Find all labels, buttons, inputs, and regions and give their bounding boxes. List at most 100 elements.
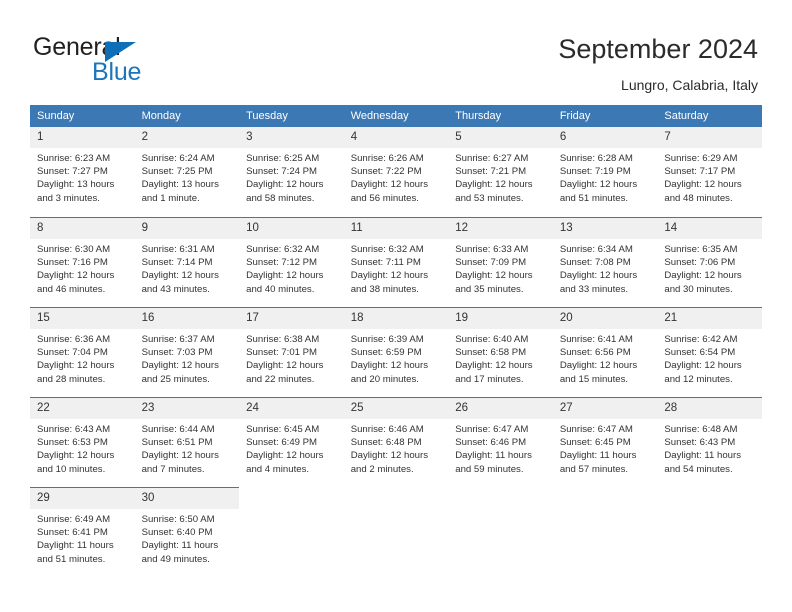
sunrise-time: Sunrise: 6:38 AM <box>246 334 320 345</box>
daylight-duration-line2: and 46 minutes. <box>37 283 106 295</box>
day-details: Sunrise: 6:29 AM Sunset: 7:17 PM Daylight:… <box>657 148 762 205</box>
day-number: 26 <box>448 398 553 419</box>
day-cell[interactable]: 29 Sunrise: 6:49 AM Sunset: 6:41 PM Dayligh… <box>30 487 135 577</box>
day-number: 17 <box>239 308 344 329</box>
sunset-time: Sunset: 7:27 PM <box>37 166 108 178</box>
calendar-day-cell: 17 Sunrise: 6:38 AM Sunset: 7:01 PM Dayligh… <box>239 307 344 397</box>
day-cell[interactable]: 5 Sunrise: 6:27 AM Sunset: 7:21 PM Daylight… <box>448 127 553 217</box>
day-cell[interactable]: 21 Sunrise: 6:42 AM Sunset: 6:54 PM Dayligh… <box>657 307 762 397</box>
day-cell-empty <box>448 487 553 577</box>
page-subtitle-location: Lungro, Calabria, Italy <box>621 77 758 93</box>
calendar-week-row: 15 Sunrise: 6:36 AM Sunset: 7:04 PM Dayligh… <box>30 307 762 397</box>
day-cell[interactable]: 3 Sunrise: 6:25 AM Sunset: 7:24 PM Daylight… <box>239 127 344 217</box>
sunset-time: Sunset: 7:25 PM <box>141 166 213 178</box>
daylight-duration-line1: Daylight: 11 hours <box>664 450 741 462</box>
day-cell[interactable]: 16 Sunrise: 6:37 AM Sunset: 7:03 PM Dayligh… <box>134 307 240 397</box>
daylight-duration-line2: and 25 minutes. <box>141 373 210 385</box>
day-number: 12 <box>448 218 553 239</box>
month-calendar-table: Sunday Monday Tuesday Wednesday Thursday… <box>30 105 762 577</box>
day-details: Sunrise: 6:44 AM Sunset: 6:51 PM Daylight:… <box>135 419 240 476</box>
sunset-time: Sunset: 7:16 PM <box>37 257 108 269</box>
daylight-duration-line1: Daylight: 12 hours <box>664 270 742 282</box>
daylight-duration-line2: and 35 minutes. <box>455 283 524 295</box>
day-details: Sunrise: 6:31 AM Sunset: 7:14 PM Daylight:… <box>135 239 240 296</box>
calendar-day-cell: 9 Sunrise: 6:31 AM Sunset: 7:14 PM Daylight… <box>134 217 240 307</box>
day-cell-empty <box>552 487 658 577</box>
daylight-duration-line2: and 57 minutes. <box>559 463 629 475</box>
daylight-duration-line1: Daylight: 12 hours <box>350 179 429 191</box>
day-number: 14 <box>657 218 762 239</box>
sunset-time: Sunset: 6:49 PM <box>246 437 318 449</box>
day-details: Sunrise: 6:33 AM Sunset: 7:09 PM Daylight:… <box>448 239 553 296</box>
calendar-week-row: 29 Sunrise: 6:49 AM Sunset: 6:41 PM Dayligh… <box>30 487 762 577</box>
day-cell[interactable]: 1 Sunrise: 6:23 AM Sunset: 7:27 PM Daylight… <box>30 127 135 217</box>
calendar-week-row: 1 Sunrise: 6:23 AM Sunset: 7:27 PM Daylight… <box>30 127 762 217</box>
sunrise-time: Sunrise: 6:37 AM <box>141 334 215 345</box>
day-cell[interactable]: 18 Sunrise: 6:39 AM Sunset: 6:59 PM Dayligh… <box>343 307 449 397</box>
day-cell[interactable]: 4 Sunrise: 6:26 AM Sunset: 7:22 PM Daylight… <box>343 127 449 217</box>
day-cell[interactable]: 22 Sunrise: 6:43 AM Sunset: 6:53 PM Dayligh… <box>30 397 135 487</box>
day-details: Sunrise: 6:26 AM Sunset: 7:22 PM Daylight:… <box>344 148 449 205</box>
day-number: 13 <box>552 218 658 239</box>
day-cell-empty <box>657 487 762 577</box>
daylight-duration-line1: Daylight: 12 hours <box>37 270 115 282</box>
day-cell[interactable]: 7 Sunrise: 6:29 AM Sunset: 7:17 PM Daylight… <box>657 127 762 217</box>
day-cell[interactable]: 13 Sunrise: 6:34 AM Sunset: 7:08 PM Dayligh… <box>552 217 658 307</box>
daylight-duration-line1: Daylight: 13 hours <box>141 179 219 191</box>
day-number: 15 <box>30 308 135 329</box>
day-details: Sunrise: 6:25 AM Sunset: 7:24 PM Daylight:… <box>239 148 344 205</box>
day-cell[interactable]: 14 Sunrise: 6:35 AM Sunset: 7:06 PM Dayligh… <box>657 217 762 307</box>
calendar-day-cell: 19 Sunrise: 6:40 AM Sunset: 6:58 PM Dayligh… <box>448 307 553 397</box>
daylight-duration-line2: and 38 minutes. <box>350 283 419 295</box>
day-cell[interactable]: 24 Sunrise: 6:45 AM Sunset: 6:49 PM Dayligh… <box>239 397 344 487</box>
day-cell[interactable]: 25 Sunrise: 6:46 AM Sunset: 6:48 PM Dayligh… <box>343 397 449 487</box>
day-cell[interactable]: 8 Sunrise: 6:30 AM Sunset: 7:16 PM Daylight… <box>30 217 135 307</box>
day-cell[interactable]: 30 Sunrise: 6:50 AM Sunset: 6:40 PM Dayligh… <box>134 487 240 577</box>
brand-logo[interactable]: General Blue <box>33 33 173 86</box>
day-number: 22 <box>30 398 135 419</box>
day-number: 18 <box>343 308 449 329</box>
day-cell[interactable]: 19 Sunrise: 6:40 AM Sunset: 6:58 PM Dayligh… <box>448 307 553 397</box>
calendar-day-cell: 5 Sunrise: 6:27 AM Sunset: 7:21 PM Daylight… <box>448 127 553 217</box>
day-cell[interactable]: 10 Sunrise: 6:32 AM Sunset: 7:12 PM Dayligh… <box>239 217 344 307</box>
day-details: Sunrise: 6:28 AM Sunset: 7:19 PM Daylight:… <box>553 148 658 205</box>
day-number: 21 <box>657 308 762 329</box>
day-cell[interactable]: 20 Sunrise: 6:41 AM Sunset: 6:56 PM Dayligh… <box>552 307 658 397</box>
day-number: 20 <box>552 308 658 329</box>
daylight-duration-line2: and 40 minutes. <box>246 283 315 295</box>
daylight-duration-line1: Daylight: 12 hours <box>246 179 324 191</box>
daylight-duration-line1: Daylight: 13 hours <box>37 179 115 191</box>
day-cell[interactable]: 2 Sunrise: 6:24 AM Sunset: 7:25 PM Daylight… <box>134 127 240 217</box>
day-number: 27 <box>552 398 658 419</box>
day-number <box>239 487 344 508</box>
day-details: Sunrise: 6:24 AM Sunset: 7:25 PM Daylight:… <box>135 148 240 205</box>
sunrise-time: Sunrise: 6:30 AM <box>37 244 111 255</box>
day-number: 28 <box>657 398 762 419</box>
daylight-duration-line1: Daylight: 12 hours <box>559 179 638 191</box>
calendar-header-row: Sunday Monday Tuesday Wednesday Thursday… <box>30 105 762 127</box>
sunrise-time: Sunrise: 6:36 AM <box>37 334 111 345</box>
daylight-duration-line2: and 58 minutes. <box>246 192 315 204</box>
daylight-duration-line2: and 30 minutes. <box>664 283 733 295</box>
day-details: Sunrise: 6:23 AM Sunset: 7:27 PM Daylight:… <box>30 148 135 205</box>
day-cell[interactable]: 12 Sunrise: 6:33 AM Sunset: 7:09 PM Dayligh… <box>448 217 553 307</box>
day-cell[interactable]: 11 Sunrise: 6:32 AM Sunset: 7:11 PM Dayligh… <box>343 217 449 307</box>
day-cell[interactable]: 9 Sunrise: 6:31 AM Sunset: 7:14 PM Daylight… <box>134 217 240 307</box>
day-cell[interactable]: 26 Sunrise: 6:47 AM Sunset: 6:46 PM Dayligh… <box>448 397 553 487</box>
daylight-duration-line2: and 59 minutes. <box>455 463 524 475</box>
day-cell[interactable]: 23 Sunrise: 6:44 AM Sunset: 6:51 PM Dayligh… <box>134 397 240 487</box>
day-cell[interactable]: 15 Sunrise: 6:36 AM Sunset: 7:04 PM Dayligh… <box>30 307 135 397</box>
sunset-time: Sunset: 7:11 PM <box>350 257 421 269</box>
sunset-time: Sunset: 6:51 PM <box>141 437 213 449</box>
day-cell[interactable]: 6 Sunrise: 6:28 AM Sunset: 7:19 PM Daylight… <box>552 127 658 217</box>
day-cell[interactable]: 28 Sunrise: 6:48 AM Sunset: 6:43 PM Dayligh… <box>657 397 762 487</box>
sunrise-time: Sunrise: 6:32 AM <box>246 244 320 255</box>
daylight-duration-line2: and 15 minutes. <box>559 373 629 385</box>
day-number: 5 <box>448 127 553 148</box>
day-details: Sunrise: 6:27 AM Sunset: 7:21 PM Daylight:… <box>448 148 553 205</box>
day-cell[interactable]: 17 Sunrise: 6:38 AM Sunset: 7:01 PM Dayligh… <box>239 307 344 397</box>
daylight-duration-line1: Daylight: 12 hours <box>455 179 533 191</box>
day-number: 19 <box>448 308 553 329</box>
sunrise-time: Sunrise: 6:42 AM <box>664 334 738 345</box>
day-cell[interactable]: 27 Sunrise: 6:47 AM Sunset: 6:45 PM Dayligh… <box>552 397 658 487</box>
